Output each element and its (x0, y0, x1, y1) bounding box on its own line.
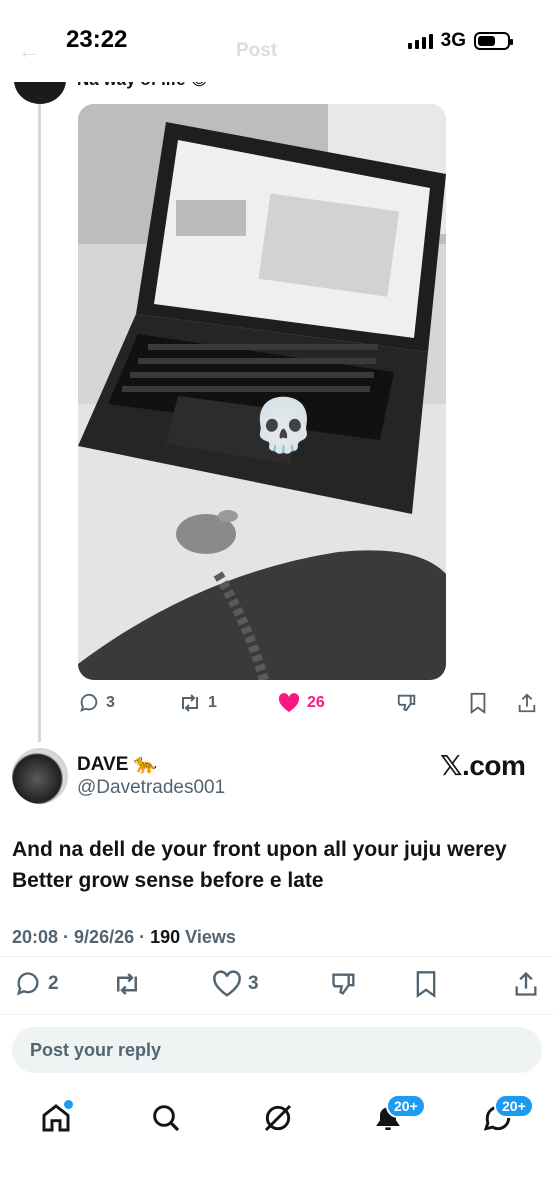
prev-repost-button[interactable]: 1 (178, 692, 217, 714)
notifications-tab[interactable]: 20+ (372, 1094, 426, 1139)
bookmark-icon (470, 692, 486, 714)
x-brand-logo: 𝕏.com (440, 750, 526, 781)
share-button[interactable] (512, 970, 540, 998)
reply-icon (16, 972, 39, 996)
prev-like-count: 26 (307, 694, 325, 711)
thread-line (38, 104, 41, 742)
thumbs-down-icon (397, 694, 416, 712)
heart-filled-icon (278, 693, 300, 712)
prev-dislike-button[interactable] (396, 692, 418, 714)
notifications-badge: 20+ (386, 1094, 426, 1118)
post-meta: 20:08 · 9/26/26 · 190 Views (12, 927, 236, 947)
reply-count: 2 (48, 973, 59, 994)
prev-reply-count: 3 (106, 694, 115, 711)
prev-reply-button[interactable]: 3 (78, 692, 115, 714)
author-avatar[interactable] (12, 748, 68, 804)
author-handle[interactable]: @Davetrades001 (77, 777, 225, 799)
network-type: 3G (440, 30, 466, 51)
like-count: 3 (248, 973, 259, 994)
repost-icon (117, 973, 137, 995)
dislike-button[interactable] (330, 970, 358, 998)
author-name[interactable]: DAVE 🐆 (77, 752, 157, 776)
reply-input[interactable]: Post your reply (12, 1027, 542, 1073)
bookmark-icon (416, 971, 436, 998)
divider (0, 956, 554, 957)
status-indicators: 3G (407, 30, 513, 52)
post-text-line-2: Better grow sense before e late (12, 869, 324, 892)
thumbs-down-icon (332, 973, 355, 995)
heart-icon (213, 970, 241, 997)
prev-like-button[interactable]: 26 (277, 692, 325, 714)
status-bar: ← Post 23:22 3G (0, 0, 554, 82)
search-icon (153, 1105, 180, 1132)
post-date: 9/26/26 (74, 927, 135, 947)
prev-repost-count: 1 (208, 694, 217, 711)
messages-tab[interactable]: 20+ (482, 1094, 534, 1139)
home-unread-dot (64, 1100, 73, 1109)
share-icon (518, 693, 536, 713)
skull-emoji: 💀 (251, 397, 316, 455)
arrow-left-icon[interactable]: ← (18, 38, 40, 64)
repost-button[interactable] (112, 970, 148, 998)
grok-tab[interactable] (262, 1102, 294, 1139)
bookmark-button[interactable] (414, 970, 438, 998)
repost-icon (182, 694, 198, 712)
share-icon (515, 971, 537, 996)
post-time: 20:08 (12, 927, 59, 947)
prev-share-button[interactable] (516, 692, 538, 714)
faded-post-header: ← Post (18, 38, 277, 64)
prev-bookmark-button[interactable] (468, 692, 488, 714)
post-text: And na dell de your front upon all your … (12, 834, 542, 896)
home-tab[interactable] (40, 1100, 73, 1139)
search-tab[interactable] (150, 1102, 182, 1139)
battery-icon (474, 32, 513, 50)
bottom-nav: 20+ 20+ (0, 1088, 554, 1148)
views-count: 190 (150, 927, 181, 947)
laptop-photo-illustration (78, 104, 446, 680)
reply-button[interactable]: 2 (14, 970, 59, 998)
grok-icon (264, 1104, 292, 1132)
divider (0, 1014, 554, 1015)
reply-icon (80, 693, 98, 712)
views-label: Views (185, 927, 236, 947)
post-text-line-1: And na dell de your front upon all your … (12, 838, 507, 861)
signal-icon (407, 33, 433, 49)
status-time: 23:22 (66, 26, 128, 53)
messages-badge: 20+ (494, 1094, 534, 1118)
header-title: Post (236, 40, 278, 61)
like-button[interactable]: 3 (212, 970, 259, 998)
post-image[interactable]: 💀 (78, 104, 446, 680)
